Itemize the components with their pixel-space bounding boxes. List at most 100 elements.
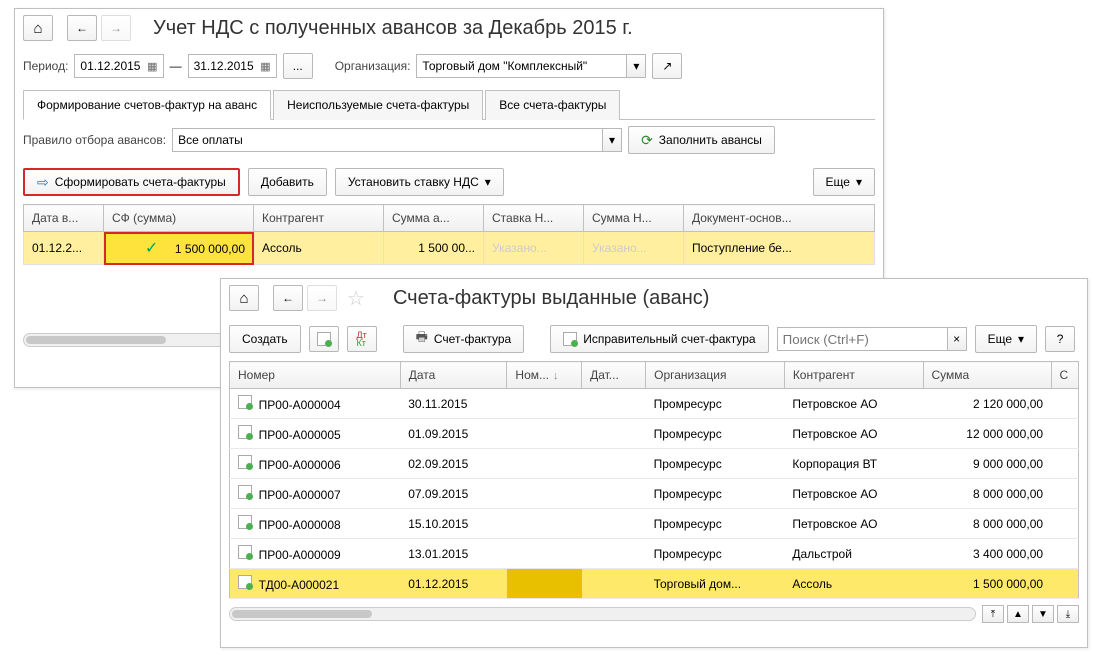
- help-button[interactable]: ?: [1045, 326, 1075, 352]
- form-invoices-button[interactable]: ⇨ Сформировать счета-фактуры: [23, 168, 240, 196]
- print-invoice-button[interactable]: 🖶 Счет-фактура: [403, 325, 525, 353]
- check-icon: ✓: [145, 240, 158, 257]
- cell-contractor: Ассоль: [784, 569, 923, 599]
- cell-sum: 1 500 00...: [384, 232, 484, 265]
- search-input[interactable]: [777, 327, 947, 351]
- star-icon[interactable]: ☆: [347, 286, 365, 311]
- table-header-row: Номер Дата Ном...↓ Дат... Организация Ко…: [230, 362, 1079, 389]
- scroll-bottom-button[interactable]: ⤓: [1057, 605, 1079, 623]
- col-contractor[interactable]: Контрагент: [254, 205, 384, 232]
- table-row[interactable]: ПР00-А00000602.09.2015ПромресурсКорпорац…: [230, 449, 1079, 479]
- forward-button[interactable]: →: [101, 15, 131, 41]
- table-row[interactable]: ПР00-А00000913.01.2015ПромресурсДальстро…: [230, 539, 1079, 569]
- col-date[interactable]: Дата в...: [24, 205, 104, 232]
- cell-sum: 8 000 000,00: [923, 509, 1051, 539]
- set-vat-button[interactable]: Установить ставку НДС ▾: [335, 168, 504, 196]
- cell-num2: [507, 419, 582, 449]
- back-button[interactable]: ←: [67, 15, 97, 41]
- back-button[interactable]: ←: [273, 285, 303, 311]
- cell-s: [1051, 479, 1078, 509]
- cell-sum: 1 500 000,00: [923, 569, 1051, 599]
- col-sum[interactable]: Сумма а...: [384, 205, 484, 232]
- add-button[interactable]: Добавить: [248, 168, 327, 196]
- period-picker-button[interactable]: ...: [283, 53, 313, 79]
- doc-icon: [238, 395, 252, 409]
- cell-date2: [582, 569, 646, 599]
- scroll-up-button[interactable]: ▲: [1007, 605, 1029, 623]
- cell-date2: [582, 479, 646, 509]
- date-to-input[interactable]: 31.12.2015 ▦: [188, 54, 277, 78]
- org-open-button[interactable]: ↗: [652, 53, 682, 79]
- cell-org: Промресурс: [646, 509, 785, 539]
- table-row[interactable]: ПР00-А00000815.10.2015ПромресурсПетровск…: [230, 509, 1079, 539]
- calendar-icon[interactable]: ▦: [260, 60, 270, 73]
- col-sf-sum[interactable]: СФ (сумма): [104, 205, 254, 232]
- dt-kt-button[interactable]: ДтКт: [347, 326, 377, 352]
- invoice-table[interactable]: Номер Дата Ном...↓ Дат... Организация Ко…: [229, 361, 1079, 599]
- more-button[interactable]: Еще ▾: [813, 168, 875, 196]
- dropdown-icon[interactable]: ▾: [602, 128, 622, 152]
- col-rate[interactable]: Ставка Н...: [484, 205, 584, 232]
- fill-advances-button[interactable]: ⟳ Заполнить авансы: [628, 126, 775, 154]
- col-date[interactable]: Дата: [400, 362, 507, 389]
- nav-buttons: ⤒ ▲ ▼ ⤓: [982, 605, 1079, 623]
- rule-value: Все оплаты: [172, 128, 602, 152]
- cell-date: 30.11.2015: [400, 389, 507, 419]
- col-vat[interactable]: Сумма Н...: [584, 205, 684, 232]
- scroll-down-button[interactable]: ▼: [1032, 605, 1054, 623]
- sort-down-icon: ↓: [553, 370, 559, 382]
- cell-s: [1051, 389, 1078, 419]
- create-button[interactable]: Создать: [229, 325, 301, 353]
- cell-contractor: Ассоль: [254, 232, 384, 265]
- corrective-invoice-button[interactable]: Исправительный счет-фактура: [550, 325, 768, 353]
- col-sum[interactable]: Сумма: [923, 362, 1051, 389]
- cell-sum: 2 120 000,00: [923, 389, 1051, 419]
- col-doc[interactable]: Документ-основ...: [684, 205, 875, 232]
- home-icon: ⌂: [33, 20, 42, 37]
- col-number[interactable]: Номер: [230, 362, 401, 389]
- cell-number: ПР00-А000009: [230, 539, 401, 569]
- more-label: Еще: [826, 175, 850, 189]
- forward-button[interactable]: →: [307, 285, 337, 311]
- clear-search-button[interactable]: ×: [947, 327, 967, 351]
- table-row[interactable]: ТД00-А00002101.12.2015Торговый дом...Асс…: [230, 569, 1079, 599]
- calendar-icon[interactable]: ▦: [147, 60, 157, 73]
- copy-button[interactable]: +: [309, 326, 339, 352]
- scroll-top-button[interactable]: ⤒: [982, 605, 1004, 623]
- cell-org: Промресурс: [646, 389, 785, 419]
- arrow-left-icon: ←: [282, 291, 294, 305]
- tab-unused[interactable]: Неиспользуемые счета-фактуры: [273, 90, 483, 120]
- rule-select[interactable]: Все оплаты ▾: [172, 128, 622, 152]
- col-s[interactable]: С: [1051, 362, 1078, 389]
- doc-icon: [238, 515, 252, 529]
- search-box[interactable]: ×: [777, 327, 967, 351]
- h-scrollbar[interactable]: [229, 607, 976, 621]
- col-contractor[interactable]: Контрагент: [784, 362, 923, 389]
- cell-number: ПР00-А000007: [230, 479, 401, 509]
- doc-icon: [238, 545, 252, 559]
- table-row[interactable]: ПР00-А00000430.11.2015ПромресурсПетровск…: [230, 389, 1079, 419]
- table-row[interactable]: 01.12.2... ✓ 1 500 000,00 Ассоль 1 500 0…: [24, 232, 875, 265]
- cell-date2: [582, 509, 646, 539]
- home-button[interactable]: ⌂: [23, 15, 53, 41]
- org-label: Организация:: [335, 59, 411, 73]
- date-from-input[interactable]: 01.12.2015 ▦: [74, 54, 163, 78]
- col-date2[interactable]: Дат...: [582, 362, 646, 389]
- org-select[interactable]: Торговый дом "Комплексный" ▾: [416, 54, 646, 78]
- toolbar: Создать + ДтКт 🖶 Счет-фактура Исправител…: [221, 317, 1087, 361]
- more-button[interactable]: Еще ▾: [975, 325, 1037, 353]
- cell-sf-sum: ✓ 1 500 000,00: [104, 232, 254, 265]
- tab-form-invoices[interactable]: Формирование счетов-фактур на аванс: [23, 90, 271, 120]
- dropdown-icon[interactable]: ▾: [626, 54, 646, 78]
- col-org[interactable]: Организация: [646, 362, 785, 389]
- rule-bar: Правило отбора авансов: Все оплаты ▾ ⟳ З…: [15, 120, 883, 160]
- cell-doc: Поступление бе...: [684, 232, 875, 265]
- home-button[interactable]: ⌂: [229, 285, 259, 311]
- table-row[interactable]: ПР00-А00000501.09.2015ПромресурсПетровск…: [230, 419, 1079, 449]
- table-row[interactable]: ПР00-А00000707.09.2015ПромресурсПетровск…: [230, 479, 1079, 509]
- cell-s: [1051, 569, 1078, 599]
- cell-num2: [507, 539, 582, 569]
- advance-table[interactable]: Дата в... СФ (сумма) Контрагент Сумма а.…: [23, 204, 875, 265]
- col-num2[interactable]: Ном...↓: [507, 362, 582, 389]
- tab-all[interactable]: Все счета-фактуры: [485, 90, 620, 120]
